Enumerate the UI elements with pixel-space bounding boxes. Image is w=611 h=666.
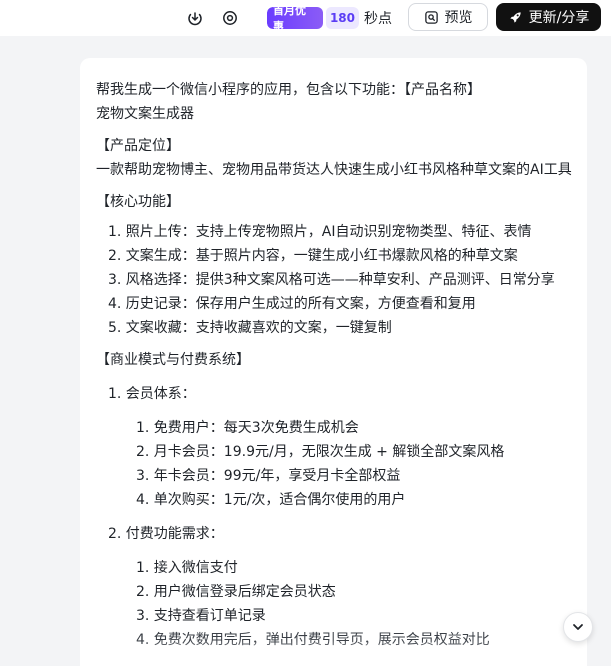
list-item: 2. 月卡会员：19.9元/月，无限次生成 + 解锁全部文案风格 — [136, 444, 505, 460]
payment-list: 1. 接入微信支付 2. 用户微信登录后绑定会员状态 3. 支持查看订单记录 4… — [96, 556, 586, 652]
promo-label: 首月优惠 — [267, 7, 323, 29]
list-item: 4. 单次购买：1元/次，适合偶尔使用的用户 — [136, 492, 406, 508]
intro-text: 帮我生成一个微信小程序的应用，包含以下功能：【产品名称】 — [96, 82, 481, 98]
membership-list: 1. 免费用户：每天3次免费生成机会 2. 月卡会员：19.9元/月，无限次生成… — [96, 416, 586, 512]
list-item: 5. 文案收藏：支持收藏喜欢的文案，一键复制 — [108, 320, 392, 336]
list-item: 3. 年卡会员：99元/年，享受月卡全部权益 — [136, 468, 401, 484]
promo-badge[interactable]: 首月优惠 180 — [267, 7, 359, 29]
list-item: 1. 接入微信支付 — [136, 560, 238, 576]
list-item: 1. 免费用户：每天3次免费生成机会 — [136, 420, 359, 436]
list-item: 1. 照片上传：支持上传宠物照片，AI自动识别宠物类型、特征、表情 — [108, 224, 532, 240]
product-name: 宠物文案生成器 — [96, 106, 194, 122]
business-heading: 【商业模式与付费系统】 — [96, 352, 250, 368]
list-item: 2. 用户微信登录后绑定会员状态 — [136, 584, 336, 600]
list-item: 3. 支持查看订单记录 — [136, 608, 266, 624]
preview-button[interactable]: 预览 — [408, 3, 488, 31]
positioning-text: 一款帮助宠物博主、宠物用品带货达人快速生成小红书风格种草文案的AI工具 — [96, 162, 572, 178]
chevron-down-icon — [571, 620, 585, 634]
update-share-label: 更新/分享 — [528, 10, 590, 26]
target-icon[interactable] — [220, 8, 240, 28]
list-item: 4. 历史记录：保存用户生成过的所有文案，方便查看和复用 — [108, 296, 476, 312]
content-fade — [80, 640, 587, 666]
message-content: 帮我生成一个微信小程序的应用，包含以下功能：【产品名称】 宠物文案生成器 【产品… — [96, 78, 586, 652]
list-item: 3. 风格选择：提供3种文案风格可选——种草安利、产品测评、日常分享 — [108, 272, 555, 288]
features-list: 1. 照片上传：支持上传宠物照片，AI自动识别宠物类型、特征、表情 2. 文案生… — [96, 220, 586, 340]
scroll-down-button[interactable] — [563, 612, 593, 642]
top-toolbar: 首月优惠 180 秒点 预览 更新/分享 — [0, 0, 611, 36]
features-heading: 【核心功能】 — [96, 194, 180, 210]
membership-heading: 1. 会员体系： — [108, 386, 196, 402]
rocket-icon — [508, 10, 523, 25]
preview-label: 预览 — [444, 10, 473, 26]
update-share-button[interactable]: 更新/分享 — [496, 3, 601, 31]
promo-count: 180 — [325, 7, 359, 29]
preview-icon — [424, 10, 439, 25]
positioning-heading: 【产品定位】 — [96, 138, 180, 154]
download-icon[interactable] — [185, 8, 205, 28]
list-item: 2. 文案生成：基于照片内容，一键生成小红书爆款风格的种草文案 — [108, 248, 518, 264]
promo-unit: 秒点 — [364, 11, 392, 27]
payment-heading: 2. 付费功能需求： — [108, 526, 224, 542]
